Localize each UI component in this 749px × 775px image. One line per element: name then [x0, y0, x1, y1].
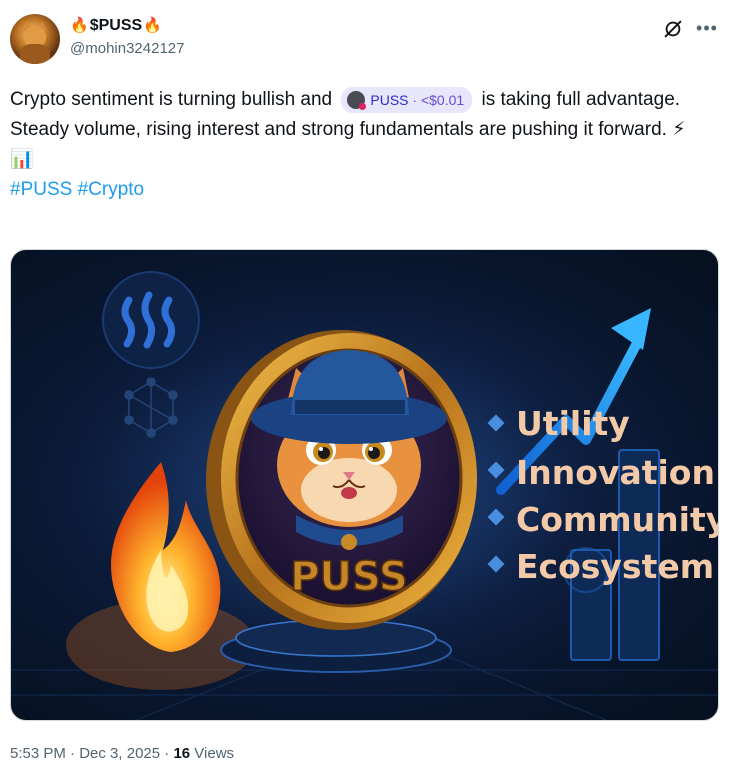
views-label: Views: [190, 745, 235, 762]
fire-icon: 🔥: [70, 17, 89, 34]
avatar-body: [20, 44, 50, 64]
tweet-header: 🔥 $PUSS 🔥 @mohin3242127 •••: [10, 14, 740, 66]
author-names: 🔥 $PUSS 🔥 @mohin3242127: [70, 16, 184, 59]
footer-separator: ·: [160, 745, 174, 762]
steem-logo-icon: [102, 271, 200, 369]
views-count: 16: [173, 745, 191, 762]
feature-label: Utility: [516, 404, 630, 443]
tweet-line1-before: Crypto sentiment is turning bullish and: [10, 89, 338, 110]
lightning-emoji: ⚡: [672, 119, 686, 140]
feature-label: Innovation: [516, 453, 715, 492]
feature-item: Ecosystem: [487, 547, 714, 586]
feature-label: Community: [516, 500, 719, 539]
fire-icon: 🔥: [143, 17, 162, 34]
footer-separator: ·: [65, 745, 80, 762]
coin-text: PUSS: [290, 554, 408, 600]
feature-item: Community: [487, 500, 719, 539]
hashtag-crypto[interactable]: #Crypto: [78, 179, 145, 200]
chart-emoji: 📊: [10, 149, 34, 170]
tweet-media-image[interactable]: PUSS Utility Innovation Community Ecosys…: [10, 249, 719, 721]
token-icon: [347, 90, 367, 110]
tweet-text: Crypto sentiment is turning bullish and …: [10, 85, 710, 205]
tweet-footer: 5:53 PM · Dec 3, 2025 · 16 Views: [10, 744, 234, 764]
avatar[interactable]: [10, 14, 60, 64]
display-name[interactable]: 🔥 $PUSS 🔥: [70, 16, 184, 36]
cashtag-price: <$0.01: [420, 91, 465, 108]
tweet-line2: Steady volume, rising interest and stron…: [10, 119, 673, 140]
tweet-date[interactable]: Dec 3, 2025: [79, 745, 160, 762]
cashtag-pill[interactable]: PUSS · <$0.01: [341, 86, 473, 113]
tweet-line1-after: is taking full advantage.: [476, 89, 681, 110]
cashtag-symbol: PUSS: [370, 91, 409, 108]
hashtag-puss[interactable]: #PUSS: [10, 179, 72, 200]
more-options-icon[interactable]: •••: [696, 19, 718, 42]
feature-label: Ecosystem: [516, 547, 714, 586]
user-handle[interactable]: @mohin3242127: [70, 39, 184, 59]
grok-icon[interactable]: [662, 18, 684, 40]
media-illustration: PUSS Utility Innovation Community Ecosys…: [11, 250, 719, 720]
feature-item: Innovation: [487, 453, 715, 492]
display-name-text: $PUSS: [89, 17, 143, 34]
cashtag-separator: ·: [408, 91, 421, 108]
tweet-time[interactable]: 5:53 PM: [10, 745, 66, 762]
